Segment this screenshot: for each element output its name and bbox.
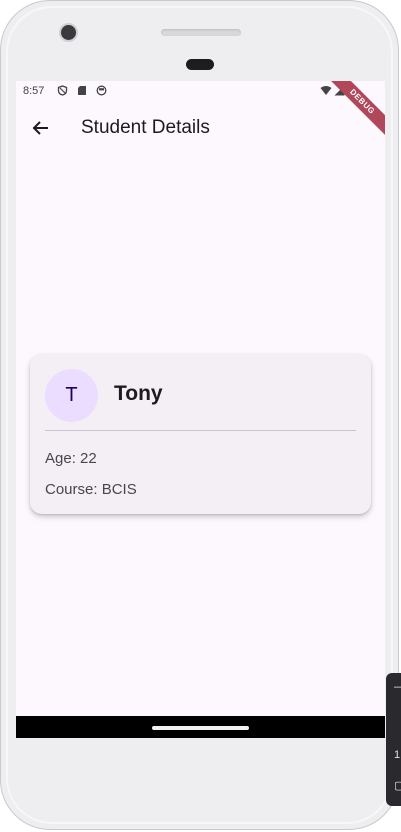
arrow-back-icon [32, 121, 48, 135]
sd-card-icon [77, 85, 87, 99]
front-camera [59, 23, 78, 42]
emulator-side-toolbar: — 1 ▢ [386, 673, 401, 806]
side-panel-label: 1 [394, 749, 401, 761]
status-time: 8:57 [23, 85, 45, 97]
home-gesture-handle[interactable] [152, 726, 249, 730]
student-name: Tony [114, 382, 163, 405]
status-bar: 8:57 DEBUG [16, 81, 385, 139]
divider [45, 430, 356, 431]
back-button[interactable] [28, 115, 54, 141]
student-card: T Tony Age: 22 Course: BCIS [30, 354, 371, 514]
system-navigation-bar [16, 716, 385, 738]
student-age: Age: 22 [45, 450, 97, 467]
app-screen: 8:57 DEBUG Student Details T Tony Age: 2… [16, 81, 385, 738]
page-title: Student Details [81, 117, 210, 138]
student-course: Course: BCIS [45, 481, 137, 498]
app-bar: Student Details [16, 103, 385, 153]
face-icon [96, 85, 107, 99]
window-icon[interactable]: ▢ [394, 779, 401, 792]
minimize-icon[interactable]: — [394, 681, 401, 693]
shield-icon [57, 85, 68, 99]
wifi-icon [320, 85, 332, 99]
proximity-sensor [186, 59, 214, 70]
device-frame: 8:57 DEBUG Student Details T Tony Age: 2… [0, 0, 399, 830]
avatar: T [45, 369, 98, 422]
earpiece-speaker [161, 29, 241, 36]
